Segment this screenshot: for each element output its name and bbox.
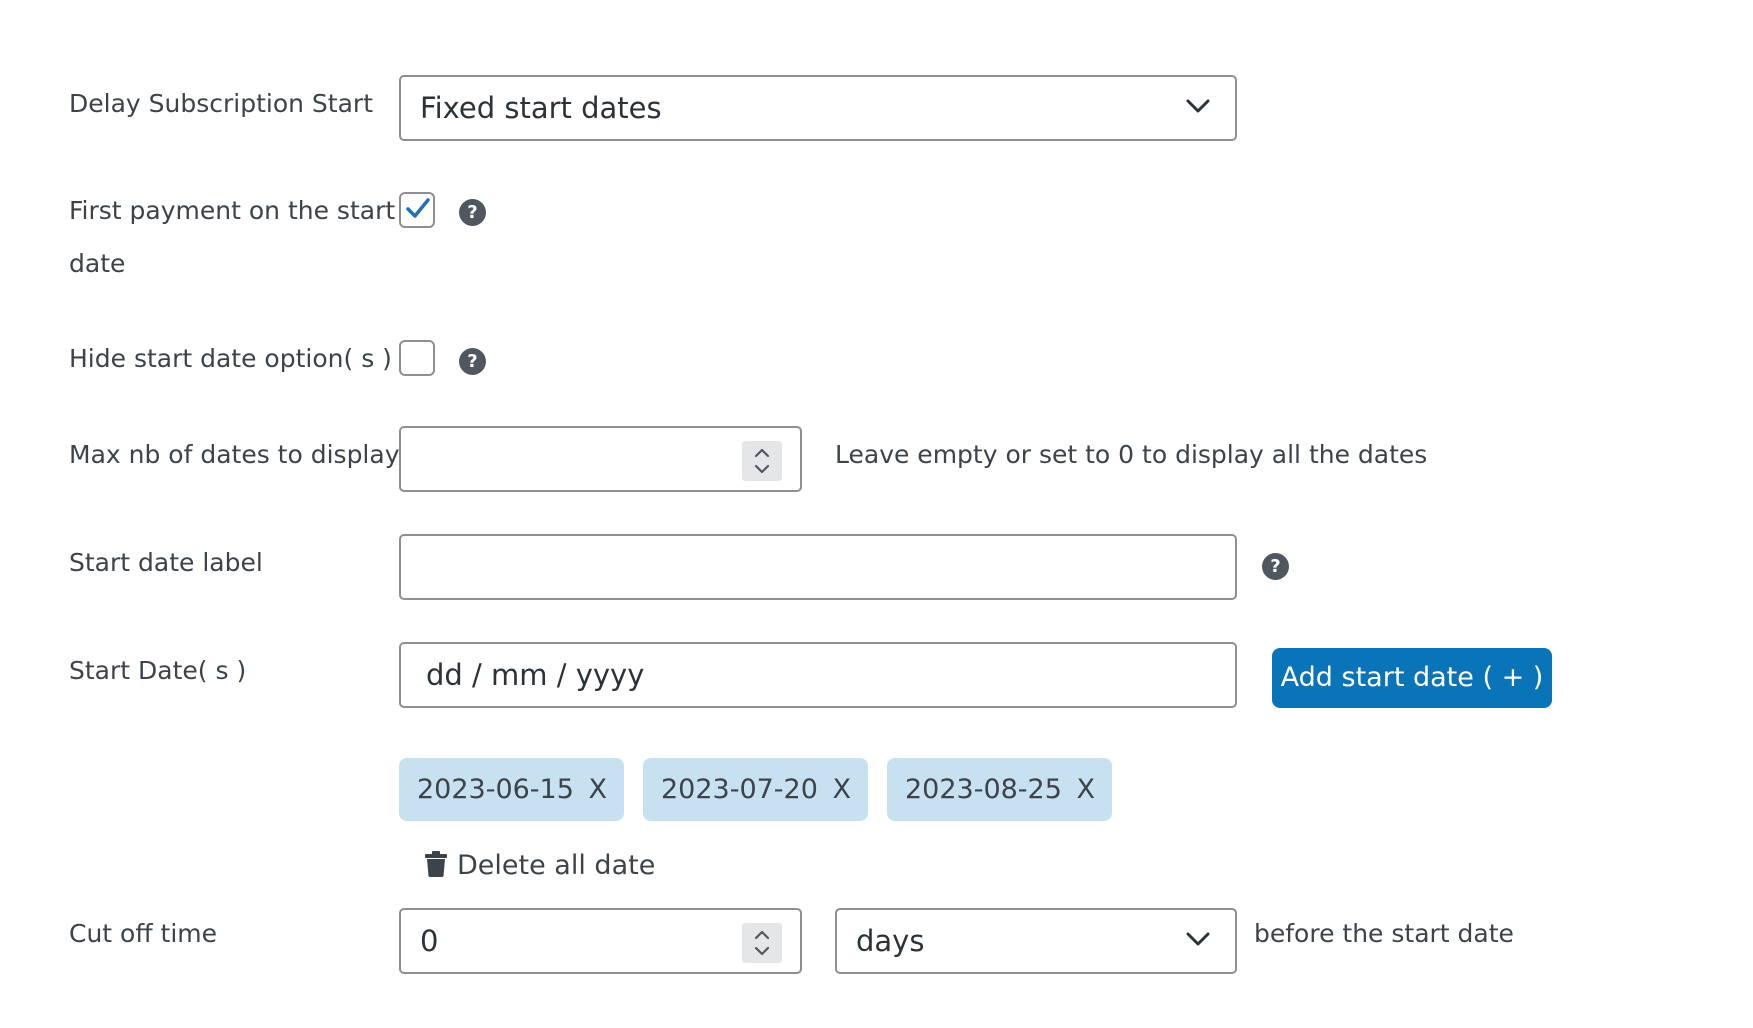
start-date-label-help-icon[interactable]: ?	[1262, 553, 1289, 580]
checkmark-icon	[406, 198, 430, 218]
cut-off-unit-select[interactable]: days	[835, 908, 1237, 974]
delay-subscription-start-label: Delay Subscription Start	[69, 89, 373, 118]
hide-start-date-checkbox[interactable]	[399, 340, 435, 376]
max-dates-label: Max nb of dates to display	[69, 440, 400, 469]
cut-off-unit-value: days	[856, 924, 925, 958]
date-chip: 2023-08-25 X	[887, 758, 1112, 821]
hide-start-date-label: Hide start date option( s )	[69, 344, 392, 373]
cut-off-time-value: 0	[420, 924, 439, 958]
delay-subscription-start-select[interactable]: Fixed start dates	[399, 75, 1237, 141]
first-payment-label-line1: First payment on the start	[69, 196, 396, 225]
first-payment-help-icon[interactable]: ?	[459, 199, 486, 226]
date-chip-label: 2023-08-25	[905, 774, 1062, 805]
start-date-input[interactable]: dd / mm / yyyy	[399, 642, 1237, 708]
trash-icon	[425, 841, 447, 897]
chevron-down-icon	[1185, 97, 1211, 115]
number-spinner-icon[interactable]	[742, 441, 782, 481]
max-dates-hint: Leave empty or set to 0 to display all t…	[835, 440, 1428, 469]
number-spinner-icon[interactable]	[742, 923, 782, 963]
first-payment-label-line2: date	[69, 249, 126, 278]
start-dates-label: Start Date( s )	[69, 656, 247, 685]
hide-start-date-help-icon[interactable]: ?	[459, 348, 486, 375]
start-date-label-label: Start date label	[69, 548, 263, 577]
cut-off-time-label: Cut off time	[69, 919, 217, 948]
delete-all-dates-link[interactable]: Delete all date	[425, 838, 655, 897]
remove-date-button[interactable]: X	[1077, 758, 1096, 821]
cut-off-suffix: before the start date	[1254, 919, 1514, 948]
cut-off-time-input[interactable]: 0	[399, 908, 802, 974]
first-payment-checkbox[interactable]	[399, 192, 435, 228]
chevron-down-icon	[1185, 930, 1211, 948]
add-start-date-button[interactable]: Add start date ( + )	[1272, 648, 1552, 708]
delete-all-dates-label: Delete all date	[457, 850, 656, 881]
start-date-label-input[interactable]	[399, 534, 1237, 600]
date-chip-label: 2023-06-15	[417, 774, 574, 805]
delay-subscription-start-value: Fixed start dates	[420, 91, 662, 125]
remove-date-button[interactable]: X	[833, 758, 852, 821]
max-dates-input[interactable]	[399, 426, 802, 492]
remove-date-button[interactable]: X	[589, 758, 608, 821]
date-chip: 2023-07-20 X	[643, 758, 868, 821]
start-date-placeholder: dd / mm / yyyy	[426, 658, 645, 692]
date-chip: 2023-06-15 X	[399, 758, 624, 821]
date-chip-label: 2023-07-20	[661, 774, 818, 805]
